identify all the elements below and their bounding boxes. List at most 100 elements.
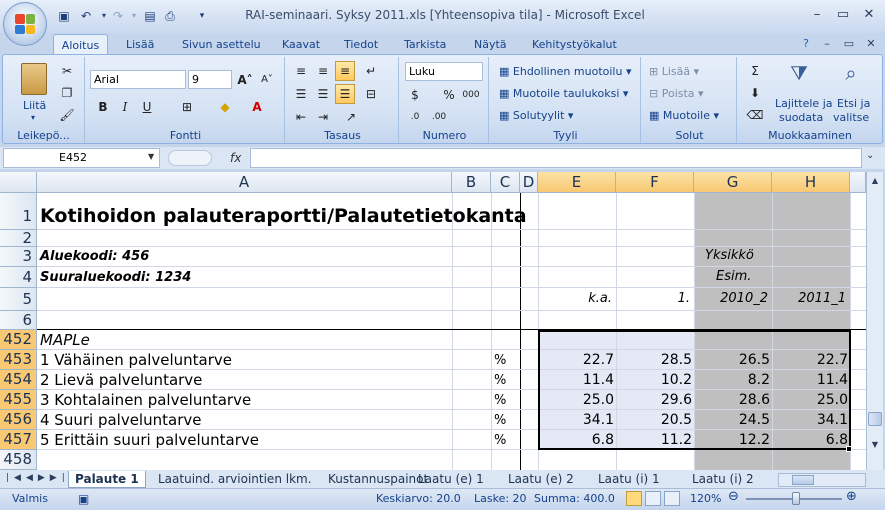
ribbon-close-icon[interactable]: ✕ [860, 35, 882, 53]
value-cell-g[interactable]: 24.5 [696, 412, 770, 428]
sheet-nav-icons[interactable]: |◀◀▶▶| [6, 473, 70, 483]
super-region-code[interactable]: Suuraluekoodi: 1234 [40, 270, 191, 285]
tab-tarkista[interactable]: Tarkista [400, 34, 450, 55]
increase-decimal-icon[interactable]: .0 [405, 107, 425, 127]
office-button[interactable] [3, 2, 47, 46]
align-bottom-icon[interactable]: ≡ [335, 61, 355, 81]
row-label[interactable]: 1 Vähäinen palveluntarve [40, 351, 232, 369]
sheet-tab-laatuind[interactable]: Laatuind. arviointien lkm. [152, 471, 318, 488]
unit-label[interactable]: Yksikkö [705, 248, 754, 263]
section-maple[interactable]: MAPLe [40, 331, 90, 349]
zoom-slider-thumb[interactable] [792, 492, 800, 505]
value-cell-h[interactable]: 25.0 [774, 392, 848, 408]
delete-cells-button[interactable]: ⊟ Poista ▾ [649, 87, 704, 100]
row-header-1[interactable]: 1 [0, 193, 37, 230]
value-cell-h[interactable]: 6.8 [774, 432, 848, 448]
font-size-select[interactable]: 9 [188, 70, 232, 89]
unit-cell[interactable]: % [494, 393, 506, 408]
row-header-2[interactable]: 2 [0, 230, 37, 247]
zoom-in-icon[interactable]: ⊕ [846, 489, 857, 504]
number-format-select[interactable]: Luku [405, 62, 483, 81]
insert-function-button[interactable]: fx [230, 151, 241, 165]
row-header-458[interactable]: 458 [0, 450, 37, 470]
row-label[interactable]: 3 Kohtalainen palveluntarve [40, 391, 251, 409]
sheet-tab-laatu-i-2[interactable]: Laatu (i) 2 [686, 471, 760, 488]
example-label[interactable]: Esim. [716, 269, 751, 284]
report-title[interactable]: Kotihoidon palauteraportti/Palautetietok… [40, 205, 527, 227]
row-label[interactable]: 2 Lievä palveluntarve [40, 371, 202, 389]
grow-font-button[interactable]: A˄ [235, 70, 255, 90]
header-2011-1[interactable]: 2011_1 [774, 291, 846, 306]
sort-filter-button-line1[interactable]: Lajittele ja [775, 97, 833, 110]
value-cell-h[interactable]: 22.7 [774, 352, 848, 368]
shrink-font-button[interactable]: A˅ [257, 70, 277, 90]
value-cell-h[interactable]: 34.1 [774, 412, 848, 428]
sheet-tab-laatu-i-1[interactable]: Laatu (i) 1 [592, 471, 666, 488]
percent-style-button[interactable]: % [439, 85, 459, 105]
italic-button[interactable]: I [115, 97, 135, 117]
find-select-button-line2[interactable]: valitse [833, 111, 869, 124]
select-all-corner[interactable] [0, 172, 37, 193]
header-2010-2[interactable]: 2010_2 [696, 291, 768, 306]
find-select-button-line1[interactable]: Etsi ja [837, 97, 870, 110]
header-1[interactable]: 1. [618, 291, 690, 306]
sheet-tab-laatu-e-2[interactable]: Laatu (e) 2 [502, 471, 580, 488]
align-left-icon[interactable]: ☰ [291, 84, 311, 104]
tab-sivun-asettelu[interactable]: Sivun asettelu [178, 34, 265, 55]
redo-dropdown-icon[interactable]: ▾ [126, 8, 142, 24]
unit-cell[interactable]: % [494, 433, 506, 448]
value-cell-g[interactable]: 12.2 [696, 432, 770, 448]
horizontal-scroll-thumb[interactable] [792, 475, 814, 485]
value-cell-g[interactable]: 28.6 [696, 392, 770, 408]
paste-dropdown-icon[interactable]: ▾ [31, 113, 35, 122]
value-cell-e[interactable]: 34.1 [540, 412, 614, 428]
value-cell-e[interactable]: 11.4 [540, 372, 614, 388]
wrap-text-icon[interactable]: ↵ [361, 61, 381, 81]
ribbon-restore-icon[interactable]: ▭ [838, 35, 860, 53]
tab-nayta[interactable]: Näytä [470, 34, 511, 55]
borders-icon[interactable]: ⊞ [177, 97, 197, 117]
tab-aloitus[interactable]: Aloitus [53, 34, 108, 55]
column-header-a[interactable]: A [37, 172, 452, 193]
row-header-453[interactable]: 453 [0, 350, 37, 370]
accounting-format-icon[interactable]: $ [405, 85, 425, 105]
unit-cell[interactable]: % [494, 373, 506, 388]
autosum-button[interactable]: Σ [745, 61, 765, 81]
tab-kehitystyokalut[interactable]: Kehitystyökalut [528, 34, 621, 55]
align-middle-icon[interactable]: ≡ [313, 61, 333, 81]
binoculars-icon[interactable]: ⌕ [837, 61, 865, 89]
column-header-b[interactable]: B [452, 172, 491, 193]
cut-icon[interactable]: ✂ [57, 61, 77, 81]
scroll-down-icon[interactable]: ▼ [868, 440, 882, 452]
save-icon[interactable]: ▣ [56, 8, 72, 24]
quick-print-icon[interactable]: ⎙ [162, 8, 178, 24]
normal-view-icon[interactable] [626, 491, 642, 506]
align-top-icon[interactable]: ≡ [291, 61, 311, 81]
page-break-view-icon[interactable] [664, 491, 680, 506]
name-box[interactable]: E452 [3, 148, 160, 168]
row-header-4[interactable]: 4 [0, 267, 37, 288]
ribbon-minimize-icon[interactable]: – [816, 35, 838, 53]
column-header-d[interactable]: D [520, 172, 538, 193]
column-header-next[interactable] [850, 172, 866, 193]
print-preview-icon[interactable]: ▤ [142, 8, 158, 24]
tab-kaavat[interactable]: Kaavat [278, 34, 324, 55]
fill-color-icon[interactable]: ◆ [215, 97, 235, 117]
zoom-out-icon[interactable]: ⊖ [728, 489, 739, 504]
row-header-456[interactable]: 456 [0, 410, 37, 430]
cell-styles-button[interactable]: ▦ Solutyylit ▾ [499, 109, 573, 122]
value-cell-g[interactable]: 26.5 [696, 352, 770, 368]
paste-button[interactable]: Liitä [23, 99, 46, 112]
decrease-decimal-icon[interactable]: .00 [429, 107, 449, 127]
value-cell-g[interactable]: 8.2 [696, 372, 770, 388]
value-cell-e[interactable]: 22.7 [540, 352, 614, 368]
undo-icon[interactable]: ↶ [78, 8, 94, 24]
value-cell-e[interactable]: 25.0 [540, 392, 614, 408]
insert-cells-button[interactable]: ⊞ Lisää ▾ [649, 65, 699, 78]
expand-formula-bar-icon[interactable]: ⌄ [866, 150, 874, 161]
comma-style-button[interactable]: 000 [461, 85, 481, 105]
row-header-6[interactable]: 6 [0, 311, 37, 330]
name-box-dropdown-icon[interactable]: ▼ [148, 152, 154, 161]
row-label[interactable]: 4 Suuri palveluntarve [40, 411, 201, 429]
value-cell-f[interactable]: 29.6 [618, 392, 692, 408]
